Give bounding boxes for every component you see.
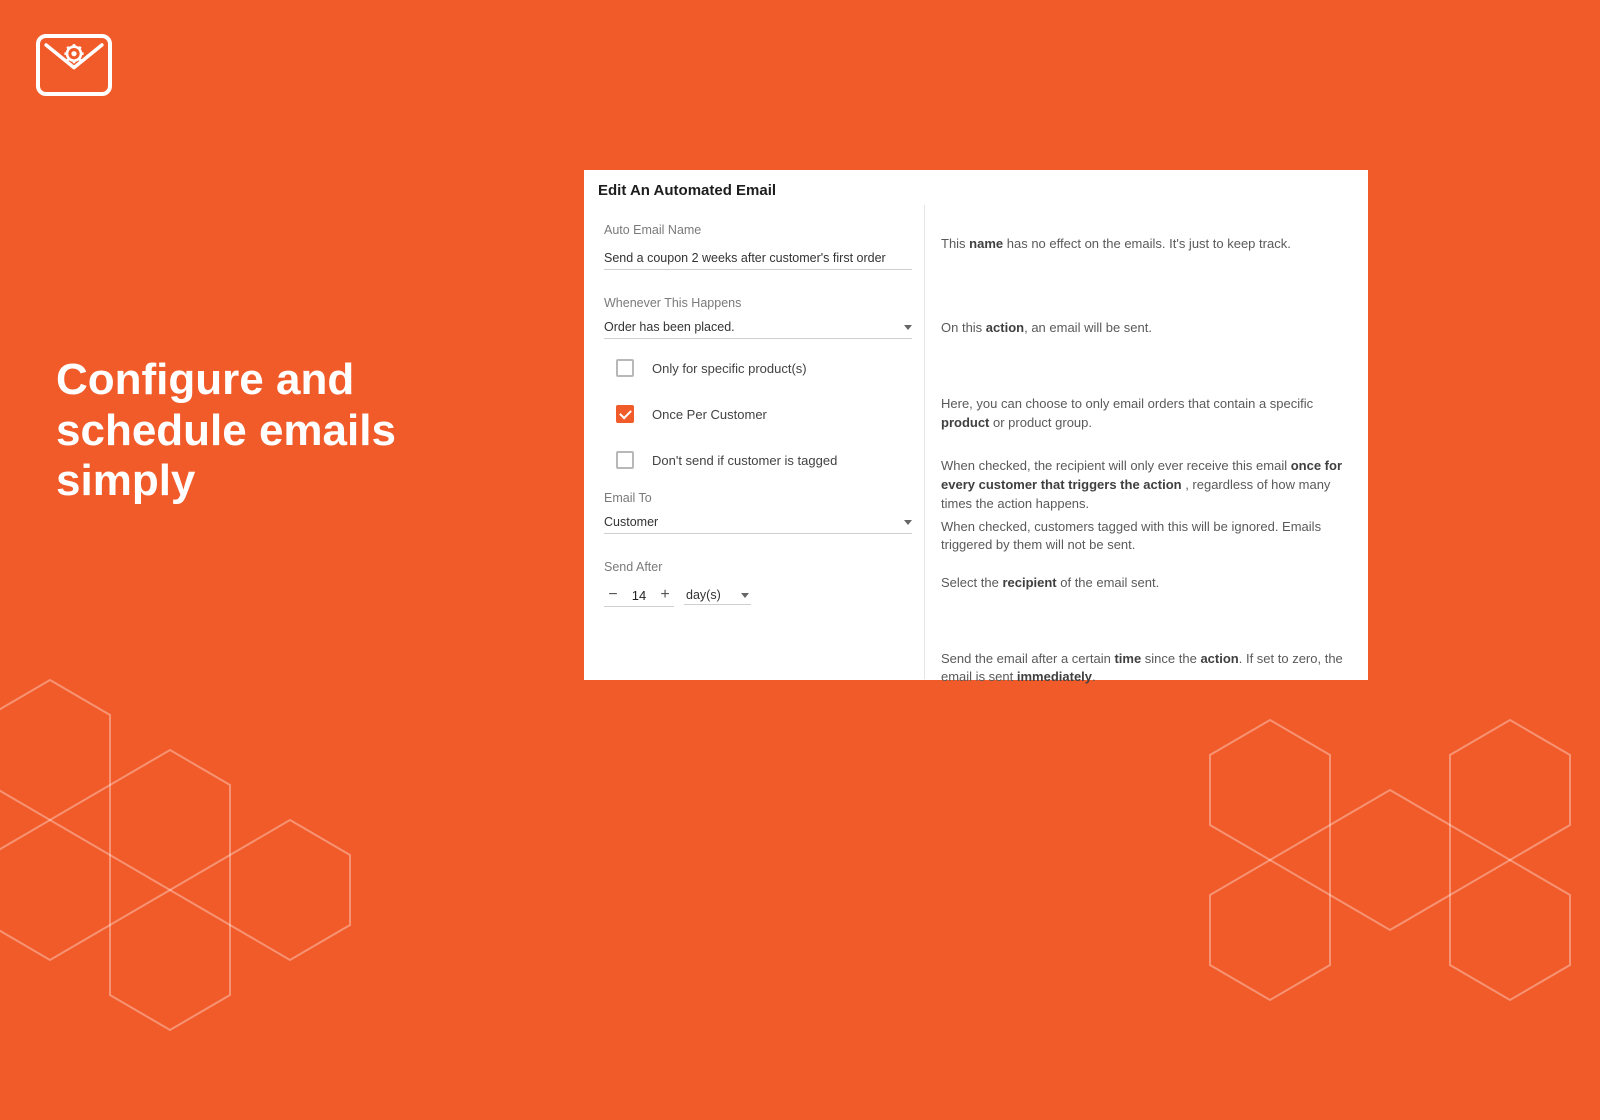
help-name: This name has no effect on the emails. I… (941, 235, 1354, 283)
help-recipient: Select the recipient of the email sent. (941, 574, 1354, 622)
auto-email-name-input[interactable] (604, 247, 912, 270)
field-trigger: Whenever This Happens Order has been pla… (604, 296, 912, 339)
edit-automated-email-dialog: Edit An Automated Email Auto Email Name … (580, 166, 1372, 684)
send-after-label: Send After (604, 560, 912, 574)
form-column: Auto Email Name Whenever This Happens Or… (604, 205, 924, 679)
help-product: Here, you can choose to only email order… (941, 395, 1354, 443)
page-headline: Configure and schedule emails simply (56, 355, 496, 507)
field-send-after: Send After − 14 + day(s) (604, 560, 912, 607)
minus-icon[interactable]: − (606, 586, 620, 604)
checkbox-checked-icon (616, 405, 634, 423)
option-specific-product[interactable]: Only for specific product(s) (604, 359, 912, 377)
send-after-unit-select[interactable]: day(s) (684, 586, 751, 605)
chevron-down-icon (904, 325, 912, 330)
help-column: This name has no effect on the emails. I… (924, 205, 1354, 679)
trigger-select[interactable]: Order has been placed. (604, 320, 912, 339)
field-auto-email-name: Auto Email Name (604, 223, 912, 270)
chevron-down-icon (904, 520, 912, 525)
envelope-gear-icon (40, 38, 108, 92)
option-once-per-customer[interactable]: Once Per Customer (604, 405, 912, 423)
help-trigger: On this action, an email will be sent. (941, 319, 1354, 367)
send-after-stepper[interactable]: − 14 + (604, 584, 674, 607)
chevron-down-icon (741, 593, 749, 598)
hex-decoration-right (1180, 660, 1600, 1120)
email-to-label: Email To (604, 491, 912, 505)
checkbox-unchecked-icon (616, 451, 634, 469)
hex-decoration-left (0, 640, 400, 1040)
checkbox-unchecked-icon (616, 359, 634, 377)
field-email-to: Email To Customer (604, 491, 912, 534)
email-to-select[interactable]: Customer (604, 515, 912, 534)
send-after-value: 14 (630, 588, 648, 603)
plus-icon[interactable]: + (658, 586, 672, 604)
help-once-per-customer: When checked, the recipient will only ev… (941, 457, 1354, 514)
trigger-label: Whenever This Happens (604, 296, 912, 310)
auto-email-name-label: Auto Email Name (604, 223, 912, 237)
help-send-after: Send the email after a certain time sinc… (941, 650, 1354, 698)
option-dont-send-tagged[interactable]: Don't send if customer is tagged (604, 451, 912, 469)
dialog-title: Edit An Automated Email (584, 170, 1368, 205)
app-logo (36, 34, 112, 96)
help-tagged: When checked, customers tagged with this… (941, 518, 1354, 558)
